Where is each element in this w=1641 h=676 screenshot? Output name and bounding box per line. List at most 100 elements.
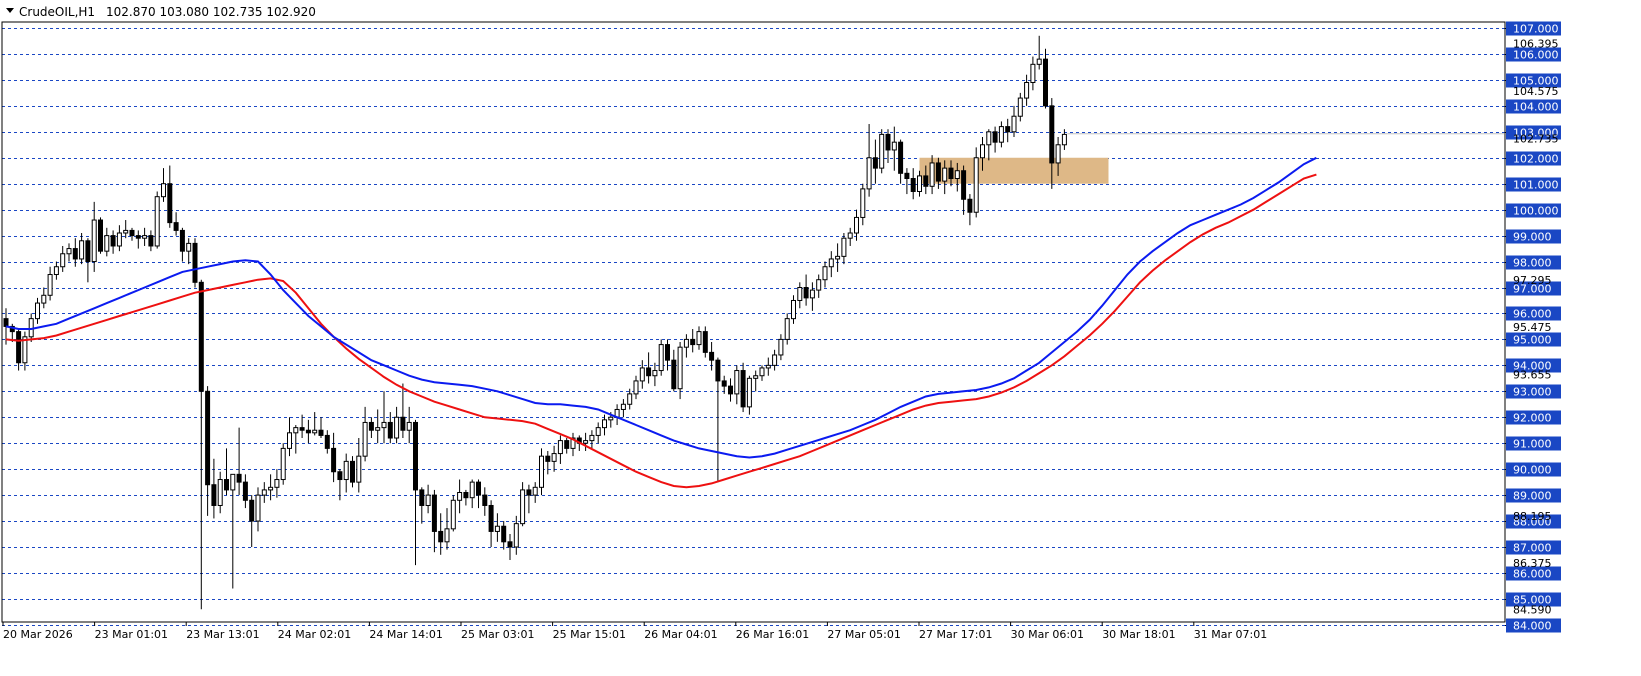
candle-body — [148, 235, 154, 247]
y-price-label: 102.735 — [1513, 133, 1559, 146]
y-price-label: 97.295 — [1513, 274, 1552, 287]
candle-body — [324, 434, 330, 449]
y-tick-label: 87.000 — [1513, 542, 1552, 555]
candle-body — [488, 504, 494, 532]
candle-body — [633, 380, 639, 395]
candle-body — [602, 419, 607, 429]
y-tick-label: 93.000 — [1513, 386, 1552, 399]
candle-body — [362, 421, 368, 457]
candle-body — [627, 393, 633, 405]
x-tick-label: 31 Mar 07:01 — [1194, 628, 1267, 641]
candle-body — [954, 170, 960, 180]
candle-body — [463, 492, 469, 499]
candle-body — [224, 479, 229, 491]
candle-body — [123, 229, 129, 234]
candle-body — [784, 318, 790, 340]
demand-zone-rect[interactable] — [919, 157, 1109, 184]
candle-body — [104, 235, 110, 252]
y-tick-label: 96.000 — [1513, 308, 1552, 321]
candle-body — [1005, 126, 1011, 133]
candle-body — [740, 370, 746, 408]
candle-body — [702, 331, 708, 353]
candle-body — [110, 235, 116, 247]
candle-body — [173, 222, 179, 231]
y-price-label: 88.195 — [1513, 510, 1552, 523]
candle-body — [835, 255, 841, 260]
candle-body — [135, 235, 141, 239]
candle-body — [891, 141, 897, 151]
y-tick-label: 98.000 — [1513, 257, 1552, 270]
candle-body — [1030, 63, 1036, 83]
candle-body — [734, 370, 740, 395]
y-price-label: 84.590 — [1513, 604, 1552, 617]
candle-body — [280, 447, 286, 481]
candle-body — [356, 455, 362, 483]
candle-body — [709, 351, 715, 361]
price-chart[interactable]: 107.000106.000105.000104.000103.000102.0… — [0, 0, 1641, 676]
candle-body — [545, 455, 551, 462]
candle-body — [910, 178, 916, 192]
candle-body — [564, 440, 570, 449]
candle-body — [923, 175, 929, 187]
candle-body — [60, 253, 66, 268]
candle-body — [53, 266, 59, 276]
x-tick-label: 25 Mar 15:01 — [553, 628, 626, 641]
candle-body — [791, 299, 796, 320]
y-tick-label: 90.000 — [1513, 464, 1552, 477]
candle-body — [154, 196, 160, 247]
candle-body — [507, 541, 513, 548]
candle-body — [961, 170, 967, 200]
candle-body — [261, 489, 267, 496]
candle-body — [772, 354, 778, 366]
candle-body — [343, 460, 349, 481]
candle-body — [85, 240, 91, 263]
candle-body — [1024, 81, 1030, 99]
y-price-label: 106.395 — [1513, 38, 1559, 51]
candle-body — [1061, 133, 1067, 146]
x-tick-label: 23 Mar 01:01 — [95, 628, 168, 641]
y-tick-label: 99.000 — [1513, 231, 1552, 244]
symbol-label: CrudeOIL,H1 — [19, 5, 95, 19]
candle-body — [904, 172, 910, 180]
candle-body — [595, 427, 601, 436]
candle-body — [438, 530, 444, 543]
y-price-label: 95.475 — [1513, 321, 1552, 334]
candle-body — [980, 144, 985, 159]
candle-body — [98, 219, 103, 252]
candle-body — [91, 219, 97, 263]
candle-body — [532, 486, 538, 496]
candle-body — [192, 242, 198, 283]
candle-body — [539, 455, 544, 488]
candle-body — [482, 494, 488, 506]
candle-body — [312, 429, 318, 434]
candle-body — [387, 421, 393, 439]
candle-body — [249, 499, 255, 522]
candle-body — [331, 447, 337, 473]
ohlc-readout: 102.870 103.080 102.735 102.920 — [106, 5, 316, 19]
y-tick-label: 89.000 — [1513, 490, 1552, 503]
candle-body — [986, 131, 992, 146]
candle-body — [797, 287, 803, 301]
candle-body — [305, 429, 311, 434]
candle-body — [72, 248, 78, 260]
candle-body — [998, 126, 1004, 143]
x-tick-label: 24 Mar 02:01 — [278, 628, 351, 641]
candle-body — [1055, 144, 1061, 164]
candle-body — [652, 370, 658, 377]
candle-body — [476, 481, 481, 496]
candle-body — [268, 486, 274, 491]
candle — [280, 443, 286, 485]
candle-body — [885, 133, 891, 151]
candle-body — [841, 237, 847, 257]
candle-body — [866, 157, 872, 190]
candle-body — [47, 274, 53, 296]
candle-body — [444, 528, 450, 543]
chart-header: CrudeOIL,H1 102.870 103.080 102.735 102.… — [6, 5, 316, 19]
candle-body — [350, 460, 355, 483]
candle-body — [765, 364, 771, 369]
candle-body — [318, 429, 324, 436]
candle-body — [198, 281, 204, 392]
candle-body — [854, 216, 859, 234]
y-tick-label: 92.000 — [1513, 412, 1552, 425]
candle — [740, 362, 746, 413]
